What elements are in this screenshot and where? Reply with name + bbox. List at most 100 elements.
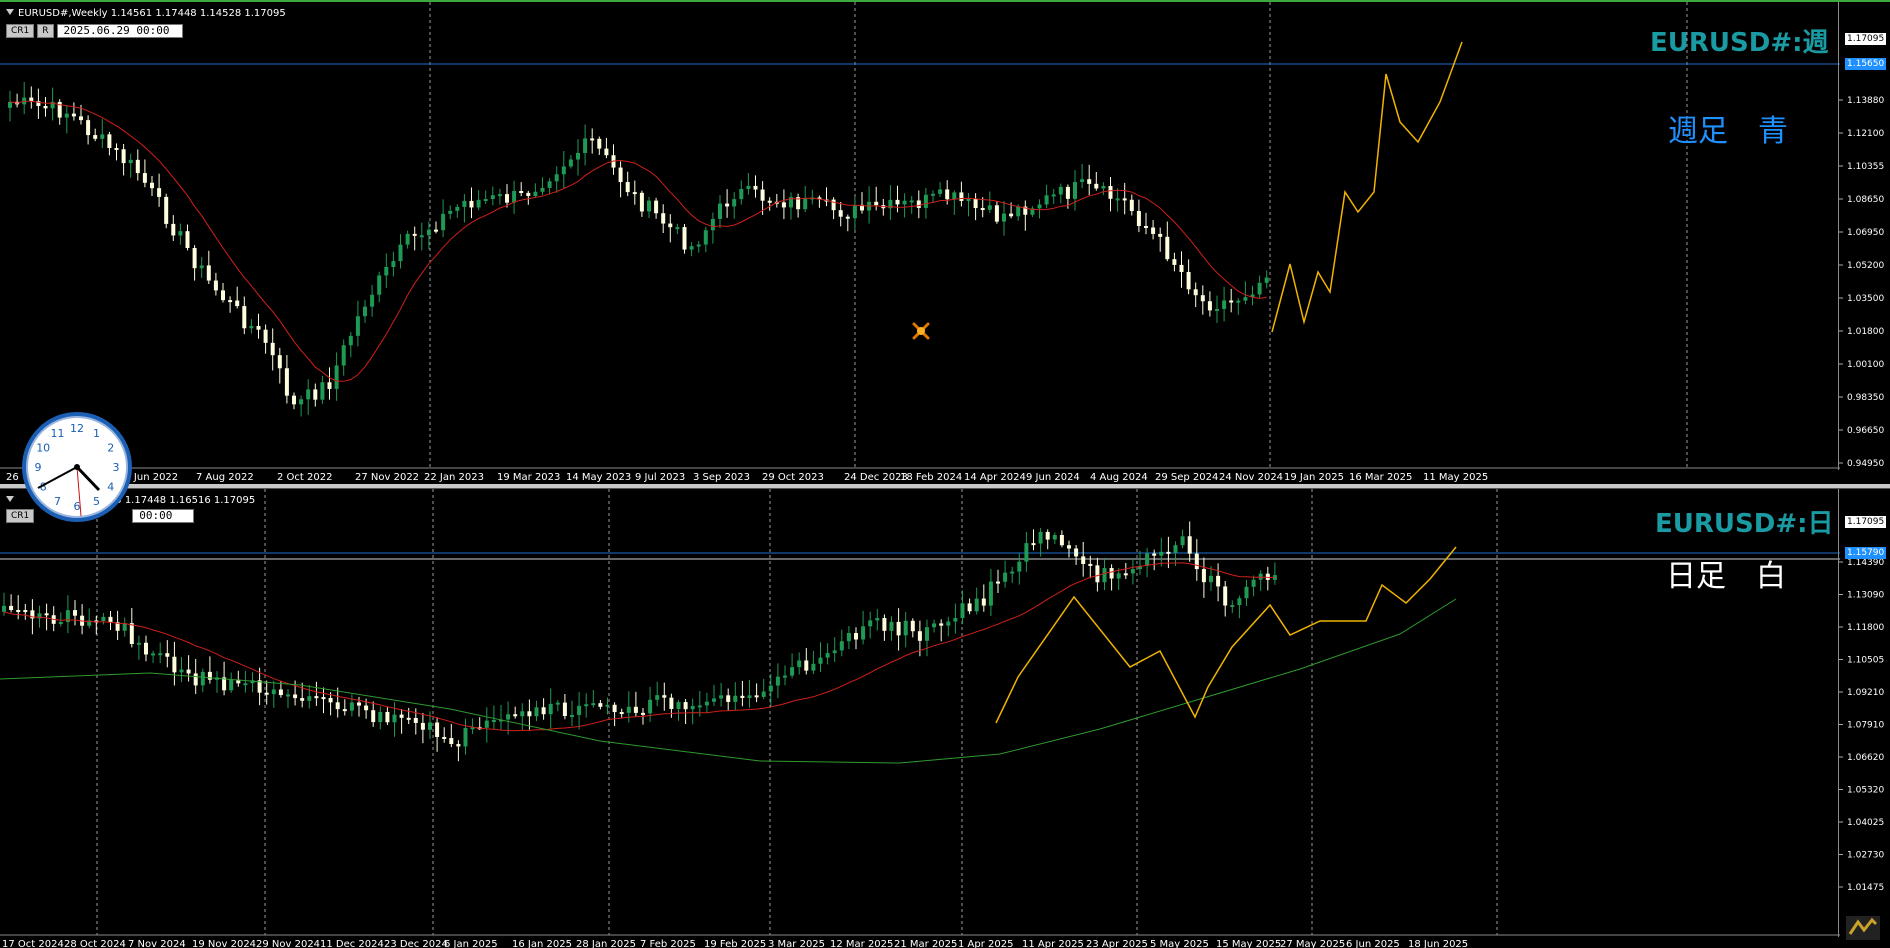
candle-body	[633, 706, 638, 713]
candle-body	[1052, 535, 1057, 540]
candle-body	[1237, 598, 1242, 606]
candle-body	[334, 365, 339, 389]
candle-body	[732, 199, 737, 207]
clock-numeral: 9	[35, 461, 42, 474]
candle-body	[1159, 551, 1164, 556]
crosshair-tool-icon[interactable]	[910, 320, 932, 342]
candle-body	[270, 342, 275, 356]
candle-body	[29, 97, 34, 102]
candle-body	[939, 623, 944, 626]
candle-body	[150, 182, 154, 189]
candle-body	[1129, 199, 1134, 212]
x-tick-label: 16 Mar 2025	[1349, 472, 1412, 483]
candle-body	[428, 722, 432, 730]
candle-body	[186, 669, 191, 674]
candle-body	[1003, 572, 1008, 582]
x-tick-label: 22 Jan 2023	[424, 472, 484, 483]
candle-body	[484, 720, 489, 728]
candle-body	[811, 663, 816, 671]
candle-body	[1088, 563, 1093, 566]
candle-body	[321, 697, 326, 700]
candle-body	[839, 641, 844, 651]
candle-body	[1215, 308, 1219, 311]
weekly-price-axis[interactable]: 1.13880 1.12100 1.10355 1.08650 1.06950 1.052…	[1838, 2, 1890, 470]
x-tick-label: 9 Jun 2024	[1026, 472, 1080, 483]
y-tick-label: 1.03500	[1847, 294, 1884, 304]
candle-body	[284, 368, 289, 396]
candle-body	[463, 727, 468, 747]
candle-body	[974, 598, 979, 612]
candle-body	[547, 181, 552, 188]
candle-body	[9, 605, 14, 610]
candle-body	[533, 191, 538, 196]
candle-body	[129, 623, 134, 644]
candle-body	[1024, 543, 1029, 562]
candle-body	[256, 326, 261, 330]
candle-body	[988, 581, 993, 606]
candle-body	[1102, 568, 1107, 583]
candle-body	[1216, 575, 1221, 587]
candle-body	[1002, 213, 1006, 222]
candle-body	[683, 702, 688, 710]
candle-body	[753, 185, 758, 190]
candle-body	[647, 200, 651, 212]
candle-body	[725, 203, 730, 207]
candle-body	[206, 265, 211, 281]
weekly-cr1-button[interactable]: CR1	[6, 24, 35, 38]
x-tick-label: 16 Jan 2025	[512, 939, 572, 948]
weekly-chart-pane[interactable]: 2617 Apr 202212 Jun 20227 Aug 20222 Oct …	[0, 0, 1890, 484]
y-tick-label: 1.06620	[1847, 753, 1884, 763]
weekly-r-button[interactable]: R	[37, 24, 54, 38]
candle-body	[889, 621, 894, 631]
y-tick-label: 0.98350	[1847, 393, 1884, 403]
candle-body	[987, 205, 992, 210]
candle-body	[64, 113, 69, 118]
candle-body	[655, 695, 660, 700]
y-tick-label: 0.96650	[1847, 426, 1884, 436]
candle-body	[426, 229, 431, 236]
candle-body	[1244, 586, 1249, 599]
candle-body	[747, 695, 752, 698]
candle-body	[719, 695, 724, 699]
candle-body	[895, 199, 900, 205]
candle-body	[1116, 573, 1121, 579]
analog-clock-widget[interactable]: 1234567891011 12	[20, 410, 134, 524]
candle-body	[342, 709, 347, 712]
weekly-date-field[interactable]: 2025.06.29 00:00	[56, 24, 183, 38]
x-tick-label: 6 Jan 2025	[444, 939, 498, 948]
candle-body	[618, 167, 623, 183]
candle-body	[44, 613, 49, 616]
candle-body	[534, 707, 539, 717]
candle-body	[704, 701, 709, 706]
candle-body	[469, 200, 474, 208]
candle-body	[605, 704, 610, 707]
clock-numeral: 5	[93, 495, 100, 508]
candle-body	[626, 706, 631, 713]
candle-body	[320, 382, 325, 400]
candle-body	[568, 159, 573, 167]
candle-body	[378, 711, 383, 723]
daily-chart-pane[interactable]: 17 Oct 2024 28 Oct 2024 7 Nov 2024 19 Nov 2…	[0, 488, 1890, 948]
collapse-triangle-icon[interactable]	[6, 496, 14, 502]
y-tick-label: 1.07910	[1847, 721, 1884, 731]
candle-body	[16, 609, 21, 612]
daily-hline-price-tag: 1.15790	[1845, 547, 1887, 559]
candle-body	[419, 235, 424, 238]
candle-body	[1051, 194, 1056, 197]
candle-body	[1115, 198, 1120, 201]
candle-body	[71, 113, 76, 117]
daily-date-field[interactable]: 00:00	[132, 509, 195, 523]
candle-body	[781, 202, 786, 208]
collapse-triangle-icon[interactable]	[6, 9, 14, 15]
clock-numeral: 11	[51, 427, 65, 440]
x-tick-label: 21 Mar 2025	[894, 939, 957, 948]
candle-body	[668, 223, 673, 228]
x-tick-label: 11 May 2025	[1423, 472, 1488, 483]
weekly-candles-plot[interactable]: 2617 Apr 202212 Jun 20227 Aug 20222 Oct …	[0, 2, 1840, 484]
daily-candles-plot[interactable]: 17 Oct 2024 28 Oct 2024 7 Nov 2024 19 Nov 2…	[0, 489, 1840, 948]
candle-body	[1130, 569, 1135, 574]
candle-body	[641, 712, 645, 715]
candle-body	[994, 205, 999, 222]
candle-body	[448, 210, 453, 214]
y-tick-label: 1.01475	[1847, 883, 1884, 893]
